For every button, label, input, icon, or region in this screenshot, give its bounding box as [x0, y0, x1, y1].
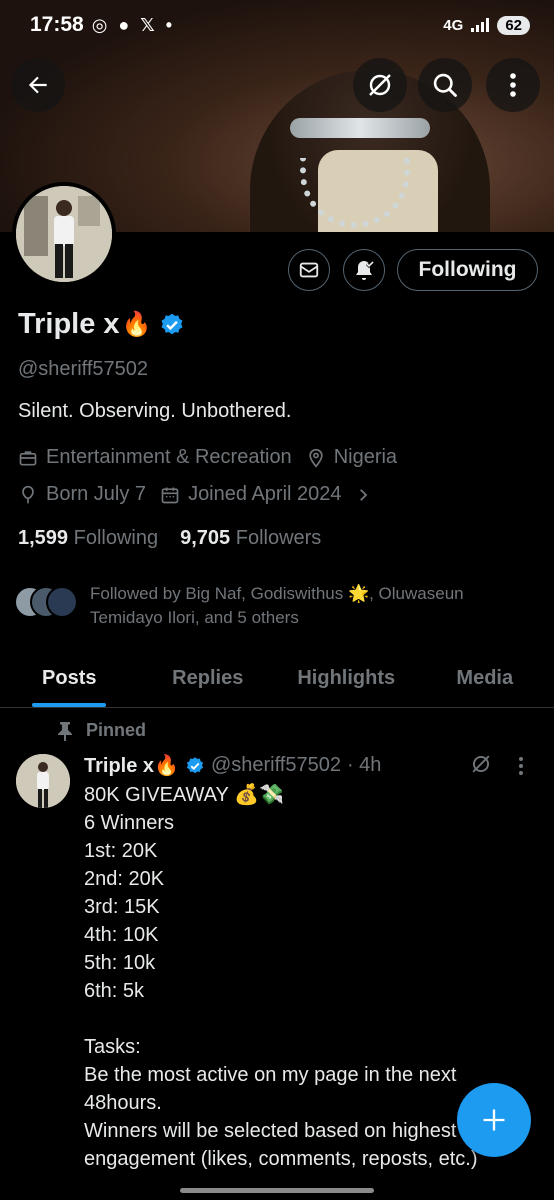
followed-by[interactable]: Followed by Big Naf, Godiswithus 🌟, Oluw…: [14, 582, 534, 630]
post-avatar-photo: [16, 754, 70, 808]
profile-meta-row-1: Entertainment & Recreation Nigeria: [18, 446, 397, 469]
followers-stat[interactable]: 9,705 Followers: [180, 527, 321, 550]
following-stat[interactable]: 1,599 Following: [18, 527, 158, 550]
briefcase-icon: [19, 450, 37, 465]
post-author-handle[interactable]: @sheriff57502: [211, 754, 341, 777]
verified-badge-icon[interactable]: [159, 312, 185, 338]
arrow-left-icon: [28, 76, 47, 94]
status-bar: 17:58 ◎ ● 𝕏 • 4G 62: [0, 0, 554, 50]
pinned-indicator: Pinned: [56, 720, 146, 741]
birthday-item: Born July 7: [18, 483, 146, 506]
fire-emoji: 🔥: [121, 311, 152, 338]
pin-icon: [58, 721, 72, 741]
tab-posts[interactable]: Posts: [0, 650, 139, 707]
pinned-label: Pinned: [86, 720, 147, 740]
verified-badge-icon: [186, 756, 204, 773]
category-text: Entertainment & Recreation: [46, 446, 292, 468]
notifications-button[interactable]: [343, 249, 385, 291]
following-label: Following: [73, 527, 159, 549]
profile-avatar[interactable]: [12, 182, 116, 286]
post-more-button[interactable]: [518, 756, 524, 781]
home-indicator[interactable]: [180, 1188, 374, 1193]
profile-tabs: Posts Replies Highlights Media: [0, 650, 554, 708]
profile-name-row: Triple x 🔥: [18, 308, 185, 341]
more-button[interactable]: [486, 58, 540, 112]
compose-post-button[interactable]: [457, 1083, 531, 1157]
location-item: Nigeria: [306, 446, 397, 469]
follow-stats: 1,599 Following 9,705 Followers: [18, 527, 321, 550]
network-indicator: 4G: [443, 16, 464, 34]
calendar-icon: [161, 487, 179, 503]
mini-avatar: [46, 586, 78, 618]
following-count: 1,599: [18, 527, 69, 549]
balloon-icon: [22, 485, 34, 503]
search-button[interactable]: [418, 58, 472, 112]
category-item: Entertainment & Recreation: [18, 446, 292, 469]
joined-item: Joined April 2024: [160, 483, 342, 506]
avatar-photo: [16, 186, 112, 282]
search-icon: [433, 73, 457, 97]
grok-icon: [472, 755, 490, 773]
followed-by-avatars: [14, 586, 80, 620]
grok-icon: [369, 74, 391, 96]
grok-button[interactable]: [353, 58, 407, 112]
message-button[interactable]: [288, 249, 330, 291]
post-time: · 4h: [346, 754, 382, 776]
post-author-name[interactable]: Triple x🔥: [84, 753, 179, 778]
envelope-icon: [299, 262, 319, 278]
status-time: 17:58: [30, 13, 84, 36]
chevron-right-icon[interactable]: [354, 486, 372, 504]
signal-icon: [471, 18, 490, 32]
joined-text: Joined April 2024: [188, 483, 342, 505]
battery-indicator: 62: [497, 15, 530, 35]
tab-highlights[interactable]: Highlights: [277, 650, 416, 707]
back-button[interactable]: [11, 58, 65, 112]
location-pin-icon: [309, 448, 323, 468]
profile-handle: @sheriff57502: [18, 358, 149, 380]
plus-icon: [483, 1109, 505, 1131]
post-grok-button[interactable]: [470, 753, 492, 780]
more-vertical-icon: [510, 73, 516, 97]
followed-by-text: Followed by Big Naf, Godiswithus 🌟, Oluw…: [90, 584, 464, 627]
tab-replies[interactable]: Replies: [139, 650, 278, 707]
tab-media[interactable]: Media: [416, 650, 554, 707]
birthday-text: Born July 7: [46, 483, 147, 505]
profile-meta-row-2[interactable]: Born July 7 Joined April 2024: [18, 483, 372, 506]
profile-bio: Silent. Observing. Unbothered.: [18, 400, 292, 422]
following-button[interactable]: Following: [397, 249, 538, 291]
banner-glasses: [290, 118, 430, 138]
notification-icons: ◎ ● 𝕏 •: [91, 14, 176, 35]
location-text: Nigeria: [333, 446, 398, 468]
bell-check-icon: [356, 260, 375, 280]
followers-count: 9,705: [180, 527, 231, 549]
post-header: Triple x🔥 @sheriff57502 · 4h: [84, 753, 381, 778]
display-name: Triple x: [18, 308, 120, 340]
more-vertical-icon: [519, 757, 523, 775]
post-avatar[interactable]: [16, 754, 70, 808]
followers-label: Followers: [235, 527, 322, 549]
